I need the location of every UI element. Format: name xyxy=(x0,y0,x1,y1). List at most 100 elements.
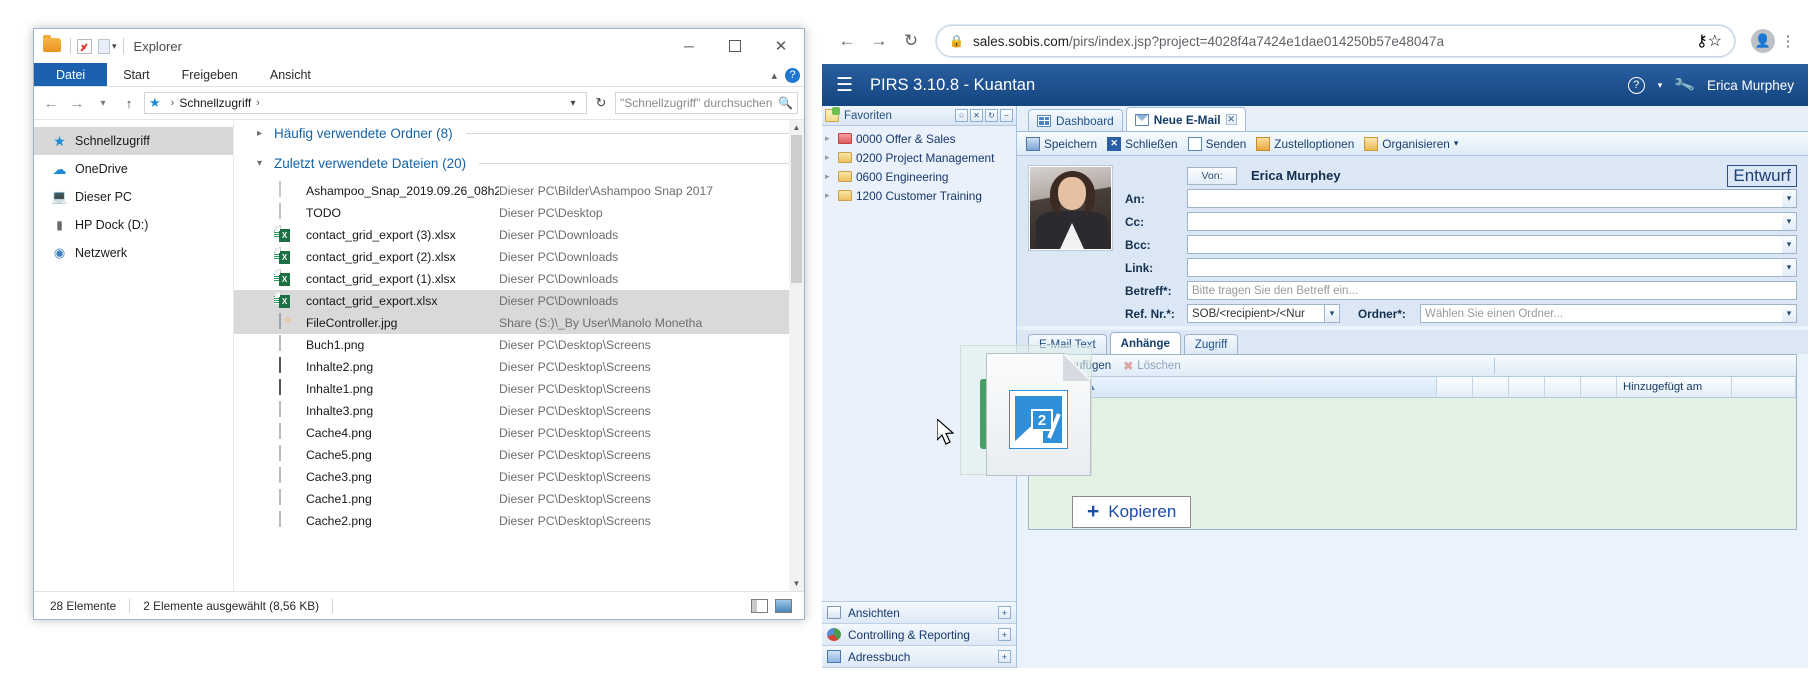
delivery-options-button[interactable]: Zustelloptionen xyxy=(1256,137,1354,151)
minimize-button[interactable]: ─ xyxy=(666,29,712,63)
settings-wrench-icon[interactable]: 🔧 xyxy=(1673,73,1697,96)
column-header-hinzugefuegt-am[interactable]: Hinzugefügt am xyxy=(1617,377,1732,397)
chevron-right-icon[interactable]: ▸ xyxy=(825,171,834,182)
hamburger-menu-icon[interactable]: ☰ xyxy=(836,74,853,97)
customize-caret-icon[interactable]: ▾ xyxy=(112,41,117,52)
column-header-4[interactable] xyxy=(1509,377,1545,397)
table-row[interactable]: Cache5.pngDieser PC\Desktop\Screens xyxy=(234,444,804,466)
close-button[interactable]: ✕ xyxy=(758,29,804,63)
favorites-refresh-icon[interactable]: ↻ xyxy=(985,109,998,122)
file-list-scrollbar[interactable]: ▲ ▼ xyxy=(789,120,804,591)
delete-attachment-button[interactable]: ✖ Löschen xyxy=(1123,359,1181,373)
an-field[interactable] xyxy=(1187,189,1782,208)
bookmark-star-icon[interactable]: ☆ xyxy=(1708,31,1722,51)
chevron-right-icon[interactable]: ▸ xyxy=(825,152,834,163)
ordner-field[interactable]: Wählen Sie einen Ordner... xyxy=(1420,304,1782,323)
large-icons-view-icon[interactable] xyxy=(775,599,792,613)
profile-avatar[interactable]: 👤 xyxy=(1751,29,1775,53)
favorites-add-icon[interactable]: ☆ xyxy=(955,109,968,122)
browser-back-icon[interactable]: ← xyxy=(832,26,862,56)
ribbon-tab-freigeben[interactable]: Freigeben xyxy=(166,63,254,86)
tab-dashboard[interactable]: Dashboard xyxy=(1028,109,1123,131)
left-section-adressbuch[interactable]: Adressbuch+ xyxy=(822,646,1016,668)
address-bar-input[interactable]: 🔒 sales.sobis.com/pirs/index.jsp?project… xyxy=(936,25,1735,57)
browser-menu-icon[interactable]: ⋮ xyxy=(1778,32,1798,50)
browser-reload-icon[interactable]: ↻ xyxy=(896,26,926,56)
up-icon[interactable]: ↑ xyxy=(118,92,140,114)
group-header-haeufige-ordner[interactable]: ▸ Häufig verwendete Ordner (8) xyxy=(234,120,804,146)
add-attachment-button[interactable]: + Hinzufügen xyxy=(1036,359,1111,372)
browser-forward-icon[interactable]: → xyxy=(864,26,894,56)
column-header-6[interactable] xyxy=(1581,377,1617,397)
scroll-down-icon[interactable]: ▼ xyxy=(789,576,804,591)
column-header-8[interactable] xyxy=(1732,377,1796,397)
breadcrumb-root[interactable]: Schnellzugriff xyxy=(179,96,251,110)
column-header-2[interactable] xyxy=(1437,377,1473,397)
ribbon-tab-ansicht[interactable]: Ansicht xyxy=(254,63,327,86)
maximize-button[interactable] xyxy=(712,29,758,63)
help-icon[interactable]: ? xyxy=(1628,77,1645,94)
expand-icon[interactable]: + xyxy=(998,628,1011,641)
scroll-up-icon[interactable]: ▲ xyxy=(789,120,804,135)
send-button[interactable]: Senden xyxy=(1188,137,1247,151)
table-row[interactable]: Xcontact_grid_export (3).xlsxDieser PC\D… xyxy=(234,224,804,246)
table-row[interactable]: Inhalte2.pngDieser PC\Desktop\Screens xyxy=(234,356,804,378)
expand-icon[interactable]: + xyxy=(998,606,1011,619)
link-chevron-down-icon[interactable]: ▾ xyxy=(1782,258,1797,277)
ribbon-tab-start[interactable]: Start xyxy=(107,63,165,86)
favorites-remove-icon[interactable]: ✕ xyxy=(970,109,983,122)
select-all-checkbox[interactable] xyxy=(1029,377,1051,397)
sidebar-item-onedrive[interactable]: ☁ OneDrive xyxy=(34,155,233,183)
cc-chevron-down-icon[interactable]: ▾ xyxy=(1782,212,1797,231)
table-row[interactable]: Ashampoo_Snap_2019.09.26_08h26...Dieser … xyxy=(234,180,804,202)
back-icon[interactable]: ← xyxy=(40,92,62,114)
chevron-down-icon[interactable]: ▾ xyxy=(564,93,582,113)
tree-item[interactable]: ▸1200 Customer Training xyxy=(822,186,1016,205)
tree-item[interactable]: ▸0600 Engineering xyxy=(822,167,1016,186)
left-section-ansichten[interactable]: Ansichten+ xyxy=(822,602,1016,624)
close-button[interactable]: ✕ Schließen xyxy=(1107,137,1177,151)
link-field[interactable] xyxy=(1187,258,1782,277)
save-button[interactable]: Speichern xyxy=(1026,137,1097,151)
ordner-chevron-down-icon[interactable]: ▾ xyxy=(1782,304,1797,323)
properties-icon[interactable] xyxy=(77,39,92,54)
table-row[interactable]: Cache1.pngDieser PC\Desktop\Screens xyxy=(234,488,804,510)
column-header-5[interactable] xyxy=(1545,377,1581,397)
tab-email-text[interactable]: E-Mail Text xyxy=(1028,334,1107,354)
bcc-chevron-down-icon[interactable]: ▾ xyxy=(1782,235,1797,254)
table-row[interactable]: Xcontact_grid_export (2).xlsxDieser PC\D… xyxy=(234,246,804,268)
table-row[interactable]: Xcontact_grid_export (1).xlsxDieser PC\D… xyxy=(234,268,804,290)
scrollbar-thumb[interactable] xyxy=(791,135,802,283)
ref-nr-field[interactable]: SOB/<recipient>/<Nur xyxy=(1187,304,1325,323)
chevron-right-icon[interactable]: ▸ xyxy=(825,190,834,201)
von-button[interactable]: Von: xyxy=(1187,167,1237,185)
password-key-icon[interactable]: ⚷ xyxy=(1696,31,1708,51)
table-row[interactable]: TODODieser PC\Desktop xyxy=(234,202,804,224)
sidebar-item-netzwerk[interactable]: ◉ Netzwerk xyxy=(34,239,233,267)
recent-locations-icon[interactable]: ▾ xyxy=(92,92,114,114)
tree-item[interactable]: ▸0000 Offer & Sales xyxy=(822,129,1016,148)
tab-zugriff[interactable]: Zugriff xyxy=(1184,334,1238,354)
ribbon-tab-datei[interactable]: Datei xyxy=(34,63,107,86)
chevron-down-icon[interactable]: ▾ xyxy=(1454,138,1459,149)
help-icon[interactable]: ? xyxy=(785,68,800,83)
column-header-3[interactable] xyxy=(1473,377,1509,397)
ribbon-expand-icon[interactable]: ▴ xyxy=(771,69,777,82)
table-row[interactable]: Cache2.pngDieser PC\Desktop\Screens xyxy=(234,510,804,532)
betreff-input[interactable]: Bitte tragen Sie den Betreff ein... xyxy=(1187,281,1797,300)
user-name[interactable]: Erica Murphey xyxy=(1707,78,1794,93)
an-chevron-down-icon[interactable]: ▾ xyxy=(1782,189,1797,208)
table-row[interactable]: FileController.jpgShare (S:)\_By User\Ma… xyxy=(234,312,804,334)
details-view-icon[interactable] xyxy=(751,599,768,613)
forward-icon[interactable]: → xyxy=(66,92,88,114)
ref-nr-chevron-down-icon[interactable]: ▾ xyxy=(1325,304,1340,323)
table-row[interactable]: Inhalte1.pngDieser PC\Desktop\Screens xyxy=(234,378,804,400)
breadcrumb[interactable]: ★ › Schnellzugriff › ▾ xyxy=(144,92,587,114)
favorites-collapse-icon[interactable]: − xyxy=(1000,109,1013,122)
expand-icon[interactable]: + xyxy=(998,650,1011,663)
cc-field[interactable] xyxy=(1187,212,1782,231)
sidebar-item-dieser-pc[interactable]: 💻 Dieser PC xyxy=(34,183,233,211)
refresh-icon[interactable]: ↻ xyxy=(591,92,611,114)
attachments-grid-body[interactable] xyxy=(1029,398,1796,529)
table-row[interactable]: Cache4.pngDieser PC\Desktop\Screens xyxy=(234,422,804,444)
